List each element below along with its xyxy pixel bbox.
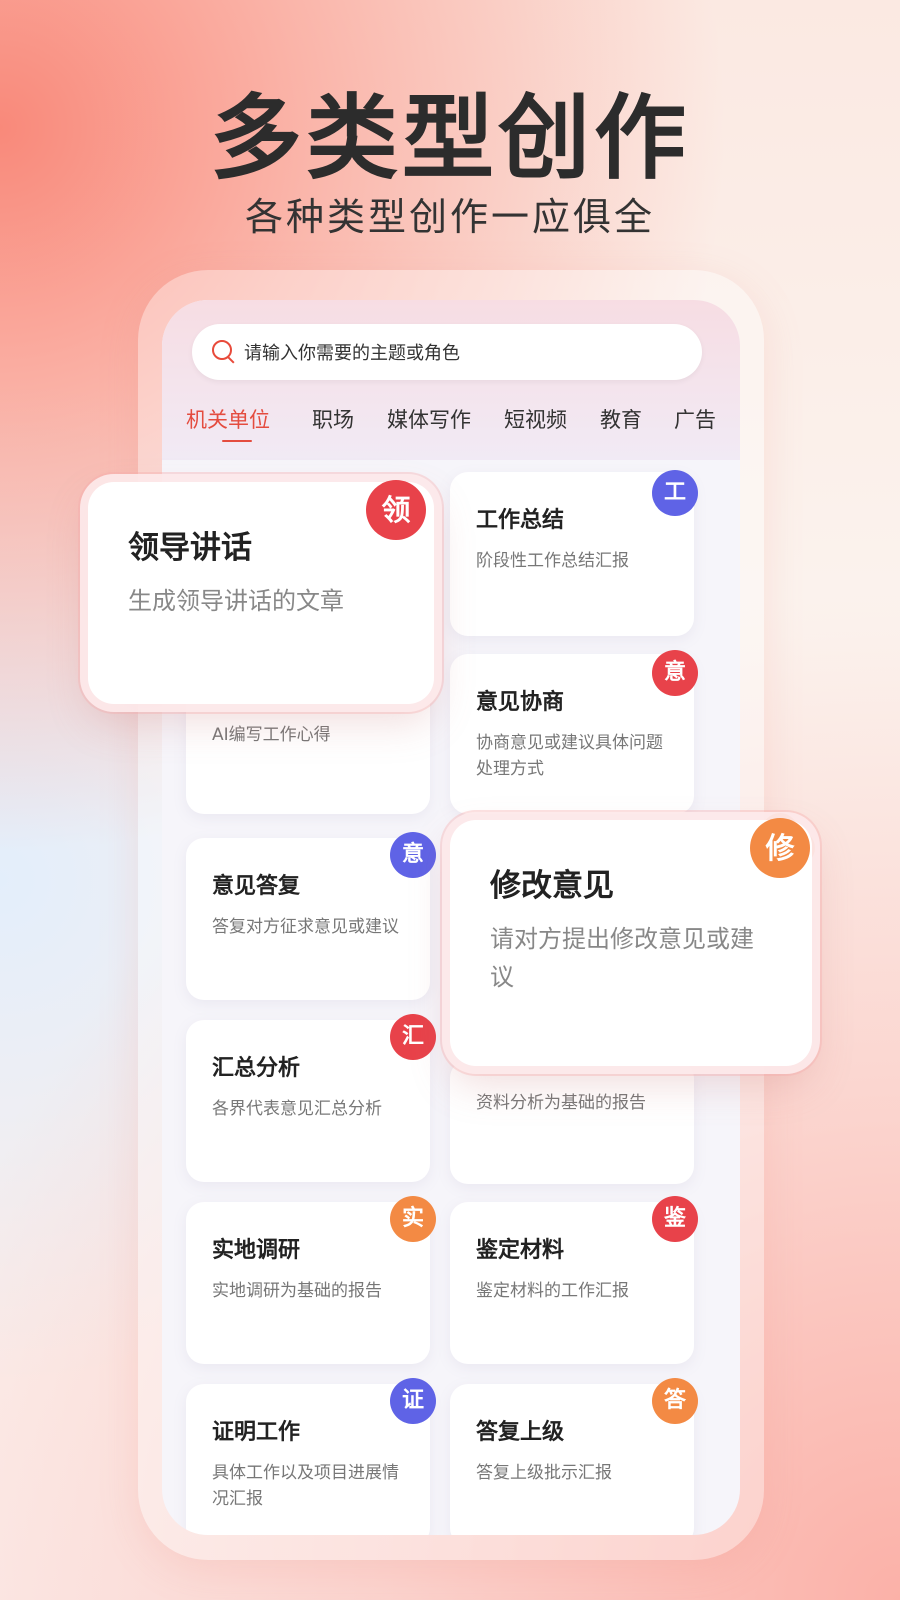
card-desc: 各界代表意见汇总分析 [212,1099,382,1119]
card-desc: 答复对方征求意见或建议 [212,917,399,937]
badge-appraisal-icon: 鉴 [652,1196,698,1242]
badge-field-icon: 实 [390,1196,436,1242]
tab-education[interactable]: 教育 [600,404,642,434]
badge-leader-icon: 领 [366,480,426,540]
badge-work-icon: 工 [652,470,698,516]
card-title: 实地调研 [212,1238,301,1263]
badge-summary-icon: 汇 [390,1014,436,1060]
search-input[interactable] [242,332,686,374]
badge-proof-icon: 证 [390,1378,436,1424]
badge-revise-icon: 修 [750,818,810,878]
card-desc: 答复上级批示汇报 [476,1463,612,1483]
card-desc: 资料分析为基础的报告 [476,1093,646,1113]
card-title: 汇总分析 [212,1056,301,1081]
card-desc: 生成领导讲话的文章 [128,587,344,615]
card-title: 修改意见 [490,868,614,904]
card-title: 意见协商 [476,690,565,715]
card-title: 领导讲话 [128,530,252,566]
card-desc: 具体工作以及项目进展情况汇报 [212,1463,399,1509]
card-desc: 协商意见或建议具体问题处理方式 [476,733,663,779]
hero-title: 多类型创作 [209,85,690,192]
active-tab-indicator [222,440,252,442]
card-desc: AI编写工作心得 [212,725,331,745]
card-desc: 鉴定材料的工作汇报 [476,1281,629,1301]
card-title: 证明工作 [212,1420,301,1445]
tab-government[interactable]: 机关单位 [186,404,270,434]
tab-advertising[interactable]: 广告 [674,404,716,434]
tab-workplace[interactable]: 职场 [312,404,354,434]
badge-opinion-icon: 意 [390,832,436,878]
tab-media-writing[interactable]: 媒体写作 [387,404,471,434]
hero-subtitle: 各种类型创作一应俱全 [244,195,655,239]
card-title: 意见答复 [212,874,301,899]
card-desc: 阶段性工作总结汇报 [476,551,629,571]
card-material-analysis[interactable]: 资料分析为基础的报告 [450,1060,694,1184]
card-title: 答复上级 [476,1420,565,1445]
tab-short-video[interactable]: 短视频 [504,404,567,434]
search-icon [212,340,232,360]
badge-opinion-icon: 意 [652,650,698,696]
card-desc: 实地调研为基础的报告 [212,1281,382,1301]
card-title: 工作总结 [476,508,565,533]
screen-header: 机关单位 职场 媒体写作 短视频 教育 广告 [162,300,740,460]
card-desc: 请对方提出修改意见或建议 [490,925,754,991]
badge-reply-icon: 答 [652,1378,698,1424]
search-bar[interactable] [192,324,702,380]
card-title: 鉴定材料 [476,1238,565,1263]
